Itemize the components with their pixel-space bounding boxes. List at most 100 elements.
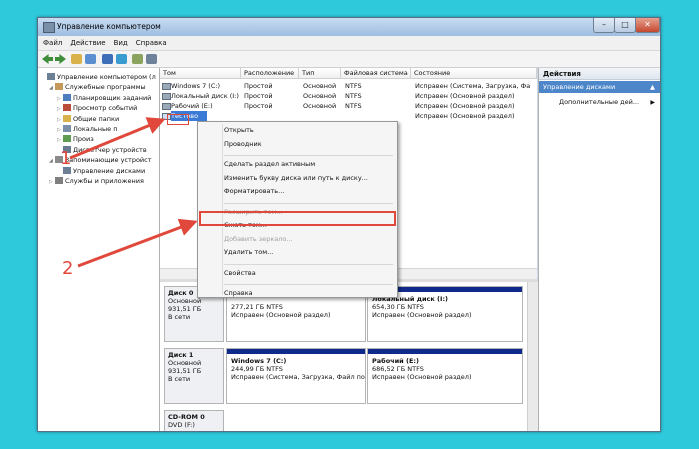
column-status[interactable]: Состояние	[411, 68, 537, 79]
volume-type: Основной	[303, 82, 337, 90]
context-menu-item[interactable]: Открыть	[224, 125, 254, 136]
partition[interactable]: Рабочий (E:) 686,52 ГБ NTFS Исправен (Осно…	[367, 348, 523, 404]
column-filesystem[interactable]: Файловая система	[341, 68, 411, 79]
volume-status: Исправен (Основной раздел)	[415, 112, 515, 120]
back-arrow-icon[interactable]	[42, 54, 53, 64]
properties-icon[interactable]	[102, 54, 113, 64]
actions-disk-management[interactable]: Управление дисками ▲	[539, 81, 660, 93]
partition-info: Рабочий (E:) 686,52 ГБ NTFS Исправен (Осно…	[372, 357, 472, 381]
title-bar: Управление компьютером – □ ✕	[38, 18, 660, 36]
tree-item[interactable]: Управление компьютером (л	[41, 72, 156, 82]
partition[interactable]: Windows 7 (C:) 244,99 ГБ NTFS Исправен (Си…	[226, 348, 366, 404]
volume-fs: NTFS	[345, 82, 362, 90]
tree-item-label: Управление компьютером (л	[57, 73, 156, 81]
volume-status: Исправен (Основной раздел)	[415, 92, 515, 100]
tree-item-label: Просмотр событий	[73, 104, 138, 113]
context-menu-item[interactable]: Изменить букву диска или путь к диску...	[224, 173, 368, 184]
context-menu-item[interactable]: Проводник	[224, 139, 262, 150]
volume-layout: Простой	[244, 92, 273, 100]
actions-more-label: Дополнительные дей...	[559, 98, 640, 106]
menu-separator	[224, 263, 393, 265]
refresh-icon[interactable]	[132, 54, 143, 64]
collapse-icon[interactable]: ▲	[650, 81, 655, 93]
help-icon[interactable]	[116, 54, 127, 64]
partition-title: Windows 7 (C:)	[231, 357, 287, 365]
close-button[interactable]: ✕	[635, 18, 660, 33]
context-menu-item[interactable]: Справка	[224, 288, 253, 299]
minimize-button[interactable]: –	[593, 18, 615, 33]
step-1-label: 1	[60, 148, 72, 169]
forward-arrow-icon[interactable]	[55, 54, 66, 64]
volume-status: Исправен (Основной раздел)	[415, 102, 515, 110]
navigation-tree: Управление компьютером (л ◢ Служебные прог…	[38, 68, 160, 431]
column-type[interactable]: Тип	[299, 68, 341, 79]
tree-item-label: Управление дисками	[73, 166, 146, 175]
context-menu-item[interactable]: Сделать раздел активным	[224, 159, 315, 170]
vertical-scrollbar[interactable]	[527, 282, 538, 431]
context-menu-item[interactable]: Свойства	[224, 268, 256, 279]
menu-file[interactable]: Файл	[38, 36, 65, 47]
partition-size: 244,99 ГБ NTFS	[231, 365, 283, 373]
disk-name: CD-ROM 0	[168, 413, 205, 421]
menu-action[interactable]: Действие	[65, 36, 108, 47]
menu-separator	[224, 155, 393, 156]
actions-disk-management-label: Управление дисками	[543, 83, 616, 91]
partition-title: Рабочий (E:)	[372, 357, 419, 365]
volume-fs: NTFS	[345, 92, 362, 100]
volume-layout: Простой	[244, 82, 273, 90]
partition-size: 277,21 ГБ NTFS	[231, 303, 283, 311]
column-layout[interactable]: Расположение	[241, 68, 299, 79]
disk-block: Диск 1 Основной 931,51 ГБ В сети Windows 7 (…	[164, 348, 526, 404]
volume-type: Основной	[303, 92, 337, 100]
volume-row[interactable]: Рабочий (E:) Простой Основной NTFS Исправен …	[160, 101, 537, 111]
settings-icon[interactable]	[146, 54, 157, 64]
toolbar	[38, 51, 660, 68]
tree-node-icon	[63, 135, 71, 143]
disk-kind: Основной	[168, 297, 202, 305]
disk-size: 931,51 ГБ	[168, 367, 202, 375]
tree-item-label: Запоминающие устройст	[65, 156, 152, 165]
volume-name: Windows 7 (C:)	[171, 82, 221, 90]
tree-item[interactable]: ▷ Просмотр событий	[57, 103, 137, 113]
volume-status: Исправен (Система, Загрузка, Фа	[415, 82, 531, 90]
volume-layout: Простой	[244, 102, 273, 110]
disk-label[interactable]: Диск 1 Основной 931,51 ГБ В сети	[164, 348, 224, 404]
volume-row[interactable]: Windows 7 (C:) Простой Основной NTFS Исправе…	[160, 81, 537, 91]
menu-view[interactable]: Вид	[109, 36, 131, 47]
tree-item-label: Произ	[73, 135, 94, 144]
tree-item[interactable]: ▷ Службы и приложения	[49, 176, 144, 186]
tree-item[interactable]: ▷ Произ	[57, 134, 94, 144]
tree-item[interactable]: ▷ Общие папки	[57, 114, 119, 124]
tree-item[interactable]: ▷ Планировщик заданий	[57, 93, 151, 103]
up-folder-icon[interactable]	[71, 54, 82, 64]
tree-node-icon	[63, 114, 71, 122]
context-menu-item[interactable]: Удалить том...	[224, 247, 273, 258]
column-volume[interactable]: Том	[160, 68, 241, 79]
volume-row[interactable]: Тестово Исправен (Основной раздел)	[160, 111, 537, 121]
volume-type: Основной	[303, 102, 337, 110]
tree-node-icon	[55, 83, 63, 91]
tree-item-label: Планировщик заданий	[73, 93, 152, 102]
disk-size: 931,51 ГБ	[168, 305, 202, 313]
menu-help[interactable]: Справка	[131, 36, 170, 47]
partition-bar	[227, 349, 365, 354]
show-tree-icon[interactable]	[85, 54, 96, 64]
context-menu-item[interactable]: Форматировать...	[224, 186, 284, 197]
window-title: Управление компьютером	[57, 22, 161, 31]
disk-state: В сети	[168, 313, 191, 321]
menu-separator	[224, 284, 393, 285]
tree-item[interactable]: ▷ Локальные п	[57, 124, 117, 134]
maximize-button[interactable]: □	[614, 18, 636, 33]
submenu-arrow-icon: ▶	[650, 99, 655, 106]
disk-label[interactable]: CD-ROM 0DVD (F:)Нет носителя	[164, 410, 224, 431]
partition-bar	[368, 349, 522, 354]
volume-name: Рабочий (E:)	[171, 102, 213, 110]
volume-icon	[162, 93, 171, 100]
partition-status: Исправен (Система, Загрузка, Файл по	[231, 373, 365, 381]
partition-status: Исправен (Основной раздел)	[372, 311, 472, 319]
tree-node-icon	[55, 177, 63, 184]
actions-more[interactable]: Дополнительные дей... ▶	[539, 97, 660, 108]
tree-item[interactable]: ◢ Служебные программы	[49, 82, 146, 92]
context-menu-gutter	[222, 124, 223, 295]
volume-row[interactable]: Локальный диск (I:) Простой Основной NTFS Ис…	[160, 91, 537, 101]
